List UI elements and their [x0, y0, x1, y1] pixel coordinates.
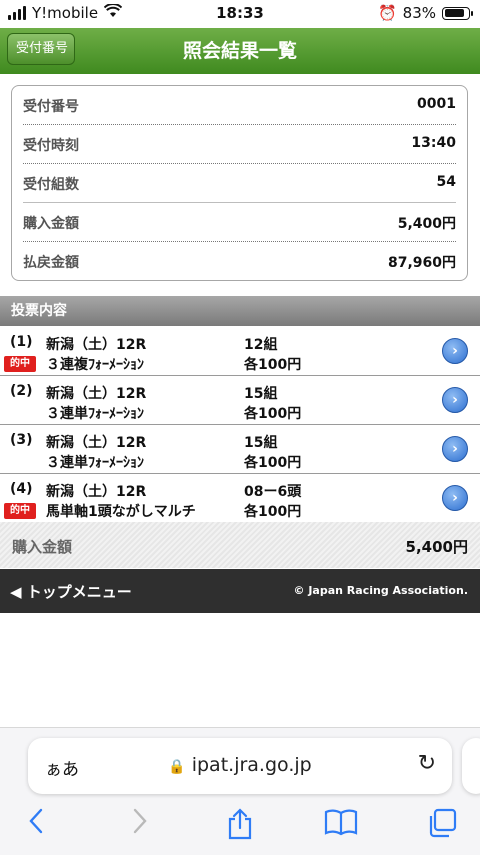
- summary-label: 受付時刻: [23, 138, 79, 154]
- page-title: 照会結果一覧: [182, 40, 297, 62]
- copyright-text: © Japan Racing Association.: [293, 584, 469, 597]
- battery-icon: [442, 6, 473, 20]
- vote-type: ３連単ﾌｫｰﾒｰｼｮﾝ: [46, 455, 144, 471]
- total-row: 購入金額 5,400円: [0, 522, 480, 568]
- vote-race: 新潟（土）12R: [46, 484, 147, 500]
- summary-row-payout-amount: 払戻金額 87,960円: [23, 242, 456, 280]
- summary-row-set-count: 受付組数 54: [23, 164, 456, 203]
- browser-toolbar: ぁあ 🔒 ipat.jra.go.jp ↻: [0, 727, 480, 855]
- hit-badge: 的中: [4, 356, 36, 372]
- vote-race: 新潟（土）12R: [46, 435, 147, 451]
- vote-count: 12組: [244, 337, 278, 353]
- vote-type: 馬単軸1頭ながしマルチ: [46, 504, 196, 520]
- vote-row[interactable]: (1) 新潟（土）12R 的中 ３連複ﾌｫｰﾒｰｼｮﾝ 12組 各100円 ›: [0, 327, 480, 376]
- vote-row[interactable]: (2) 新潟（土）12R ３連単ﾌｫｰﾒｰｼｮﾝ 15組 各100円 ›: [0, 376, 480, 425]
- vote-race: 新潟（土）12R: [46, 337, 147, 353]
- chevron-right-icon[interactable]: ›: [442, 485, 468, 511]
- vote-number: (4): [10, 481, 33, 497]
- battery-percent: 83%: [402, 4, 436, 22]
- summary-value: 54: [436, 174, 456, 190]
- hit-badge: 的中: [4, 503, 36, 519]
- page-header: 受付番号 照会結果一覧: [0, 28, 480, 74]
- chevron-right-icon[interactable]: ›: [442, 338, 468, 364]
- summary-value: 0001: [417, 96, 456, 112]
- vote-count: 08ー6頭: [244, 484, 302, 500]
- top-menu-link[interactable]: ◀ トップメニュー: [10, 581, 132, 602]
- summary-label: 購入金額: [23, 216, 79, 232]
- vote-number: (3): [10, 432, 33, 448]
- footer-bar: ◀ トップメニュー © Japan Racing Association.: [0, 569, 480, 613]
- summary-value: 87,960円: [387, 255, 456, 271]
- summary-label: 受付組数: [23, 177, 79, 193]
- vote-number: (2): [10, 383, 33, 399]
- total-value: 5,400円: [405, 538, 468, 556]
- vote-amount: 各100円: [244, 455, 302, 471]
- chevron-right-icon[interactable]: ›: [442, 436, 468, 462]
- summary-label: 払戻金額: [23, 255, 79, 271]
- summary-row-receipt-no: 受付番号 0001: [23, 86, 456, 125]
- vote-amount: 各100円: [244, 504, 302, 520]
- vote-amount: 各100円: [244, 357, 302, 373]
- vote-row[interactable]: (3) 新潟（土）12R ３連単ﾌｫｰﾒｰｼｮﾝ 15組 各100円 ›: [0, 425, 480, 474]
- total-label: 購入金額: [12, 538, 73, 556]
- url-host: ipat.jra.go.jp: [191, 754, 312, 776]
- summary-value: 5,400円: [397, 216, 456, 232]
- vote-count: 15組: [244, 435, 278, 451]
- summary-label: 受付番号: [23, 99, 79, 115]
- alarm-icon: ⏰: [377, 4, 397, 22]
- reload-icon[interactable]: ↻: [418, 751, 436, 776]
- address-bar[interactable]: ぁあ 🔒 ipat.jra.go.jp ↻: [28, 738, 452, 794]
- vote-count: 15組: [244, 386, 278, 402]
- chevron-right-icon[interactable]: ›: [442, 387, 468, 413]
- share-icon[interactable]: [226, 808, 254, 847]
- forward-icon[interactable]: [132, 808, 148, 841]
- status-bar: Y!mobile 18:33 ⏰ 83%: [0, 0, 480, 28]
- lock-icon: 🔒: [168, 759, 186, 775]
- summary-row-receipt-time: 受付時刻 13:40: [23, 125, 456, 164]
- summary-row-purchase-amount: 購入金額 5,400円: [23, 203, 456, 242]
- vote-race: 新潟（土）12R: [46, 386, 147, 402]
- tabs-icon[interactable]: [426, 808, 458, 845]
- bookmarks-icon[interactable]: [324, 808, 358, 843]
- vote-amount: 各100円: [244, 406, 302, 422]
- summary-box: 受付番号 0001 受付時刻 13:40 受付組数 54 購入金額 5,400円…: [11, 85, 468, 281]
- next-tab-peek[interactable]: [462, 738, 480, 794]
- vote-number: (1): [10, 334, 33, 350]
- summary-value: 13:40: [411, 135, 456, 151]
- back-icon[interactable]: [28, 808, 44, 841]
- vote-type: ３連複ﾌｫｰﾒｰｼｮﾝ: [46, 357, 144, 373]
- vote-type: ３連単ﾌｫｰﾒｰｼｮﾝ: [46, 406, 144, 422]
- vote-row[interactable]: (4) 新潟（土）12R 的中 馬単軸1頭ながしマルチ 08ー6頭 各100円 …: [0, 474, 480, 523]
- section-header-votes: 投票内容: [0, 296, 480, 326]
